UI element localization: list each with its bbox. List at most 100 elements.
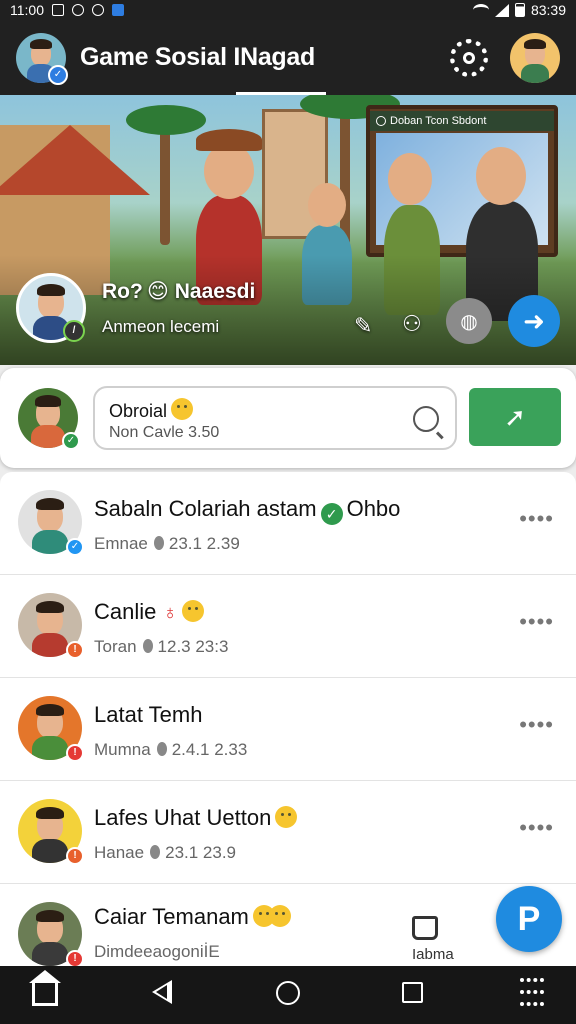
smile-emoji-icon <box>171 398 194 420</box>
list-item[interactable]: ✓ Sabaln Colariah astam ✓ Ohbo Emnae 23.1 2… <box>0 472 576 575</box>
heart-key-icon: ♁ <box>162 602 178 624</box>
contact-tag: Ohbo <box>346 496 401 521</box>
palm-leaves <box>126 105 206 135</box>
compose-p-icon: P <box>517 899 541 938</box>
group-label: Iabma <box>412 946 454 963</box>
status-time: 11:00 <box>10 2 44 18</box>
go-forward-button[interactable]: ➜ <box>508 295 560 347</box>
character-head <box>476 147 526 205</box>
share-nodes-icon[interactable]: ⚇ <box>402 311 422 337</box>
avatar-hair <box>35 600 65 614</box>
system-nav-bar <box>0 966 576 1024</box>
banner-profile-name: Ro? 😊 Naaesdi <box>102 280 256 303</box>
search-icon[interactable] <box>413 406 439 432</box>
clock-icon <box>142 639 153 653</box>
status-badge-icon: ! <box>66 847 84 865</box>
list-item[interactable]: ! Caiar Temanam DimdeeaogoniİE Iabma <box>0 884 576 966</box>
contact-name: Canlie ♁ <box>94 599 204 625</box>
avatar-hair <box>35 806 65 820</box>
edit-badge-icon: / <box>63 320 85 342</box>
menu-dots-icon[interactable] <box>520 978 544 1006</box>
contact-avatar: ! <box>18 593 84 659</box>
more-options-icon[interactable]: •••• <box>519 508 554 530</box>
clock-icon <box>153 536 164 550</box>
check-badge-icon: ✓ <box>62 432 80 450</box>
palm-trunk <box>160 125 170 245</box>
contact-name-text: Caiar Temanam <box>94 904 249 929</box>
composer-avatar[interactable]: ✓ <box>18 388 80 450</box>
send-button[interactable]: ➚ <box>469 388 561 446</box>
back-icon[interactable] <box>152 980 172 1004</box>
contact-time: 23.1 23.9 <box>165 843 237 862</box>
more-options-icon[interactable]: •••• <box>519 714 554 736</box>
signal-icon <box>494 3 509 17</box>
contact-meta: DimdeeaogoniİE <box>94 942 220 961</box>
contact-user: Toran <box>94 637 137 656</box>
status-badge-icon: ! <box>66 744 84 762</box>
palm-trunk <box>340 105 350 245</box>
sync-notification-icon <box>72 4 84 16</box>
shield-notification-icon <box>92 4 104 16</box>
profile-avatar[interactable] <box>510 32 560 83</box>
board-icon <box>376 116 386 126</box>
search-value-text: Obroial <box>109 401 168 421</box>
more-options-icon[interactable]: •••• <box>519 611 554 633</box>
home-icon[interactable] <box>29 970 61 1006</box>
character-head <box>308 183 346 227</box>
avatar-hair <box>30 38 52 49</box>
character-head <box>204 143 254 199</box>
battery-icon <box>514 3 525 17</box>
chat-list: ✓ Sabaln Colariah astam ✓ Ohbo Emnae 23.1 2… <box>0 472 576 966</box>
contact-avatar: ! <box>18 696 84 762</box>
wifi-icon <box>472 4 489 16</box>
search-composer-card: ✓ Obroial Non Cavle 3.50 ➚ <box>0 368 576 468</box>
contact-name: Sabaln Colariah astam ✓ Ohbo <box>94 496 400 525</box>
compose-fab-button[interactable]: P <box>496 886 562 952</box>
image-notification-icon <box>52 4 64 16</box>
featured-banner[interactable]: Doban Tcon Sbdont / Ro? 😊 Naaesdi Anmeon… <box>0 95 576 365</box>
contact-time: 2.4.1 2.33 <box>171 740 248 759</box>
search-input-placeholder: Non Cavle 3.50 <box>109 424 220 441</box>
contact-name-text: Sabaln Colariah astam <box>94 496 317 521</box>
contact-meta: Hanae 23.1 23.9 <box>94 843 236 863</box>
search-input-value: Obroial <box>109 398 194 422</box>
app-window: 11:00 83:39 ✓ Game Sosial INagad Doban T… <box>0 0 576 1024</box>
contact-avatar: ✓ <box>18 490 84 556</box>
group-house-icon[interactable] <box>412 916 438 940</box>
contact-name: Caiar Temanam <box>94 904 291 930</box>
more-options-icon[interactable]: •••• <box>519 817 554 839</box>
status-badge-icon: ✓ <box>66 538 84 556</box>
coin-emoji-icon <box>268 905 291 927</box>
status-badge-icon: ! <box>66 950 84 966</box>
contact-name: Latat Temh <box>94 702 203 727</box>
search-input[interactable]: Obroial Non Cavle 3.50 <box>93 386 457 450</box>
contact-time: 23.1 2.39 <box>168 534 240 553</box>
list-item[interactable]: ! Lafes Uhat Uetton Hanae 23.1 23.9 •••• <box>0 781 576 884</box>
app-notification-icon <box>112 4 124 16</box>
house-roof <box>0 125 150 195</box>
cowboy-hat <box>196 129 262 151</box>
brush-icon[interactable]: ✎ <box>354 313 372 339</box>
contact-user: Hanae <box>94 843 145 862</box>
board-title: Doban Tcon Sbdont <box>390 115 487 127</box>
settings-gear-icon[interactable] <box>450 38 488 77</box>
contact-time: 12.3 23:3 <box>157 637 229 656</box>
home-circle-icon[interactable] <box>276 981 300 1005</box>
avatar-hair <box>35 703 65 717</box>
banner-profile-avatar[interactable]: / <box>16 273 86 343</box>
character-head <box>388 153 432 205</box>
contact-user: Mumna <box>94 740 151 759</box>
contact-meta: Mumna 2.4.1 2.33 <box>94 740 247 760</box>
avatar-hair <box>36 283 66 297</box>
comment-button[interactable]: ◍ <box>446 298 492 344</box>
recents-icon[interactable] <box>402 982 423 1003</box>
status-bar: 11:00 83:39 <box>0 0 576 20</box>
contact-avatar: ! <box>18 902 84 966</box>
user-avatar[interactable]: ✓ <box>16 32 68 85</box>
list-item[interactable]: ! Canlie ♁ Toran 12.3 23:3 •••• <box>0 575 576 678</box>
list-item[interactable]: ! Latat Temh Mumna 2.4.1 2.33 •••• <box>0 678 576 781</box>
contact-name-text: Canlie <box>94 599 157 624</box>
send-arrow-icon: ➚ <box>504 401 526 432</box>
banner-profile-subtitle: Anmeon lecemi <box>102 317 220 336</box>
status-badge-icon: ! <box>66 641 84 659</box>
